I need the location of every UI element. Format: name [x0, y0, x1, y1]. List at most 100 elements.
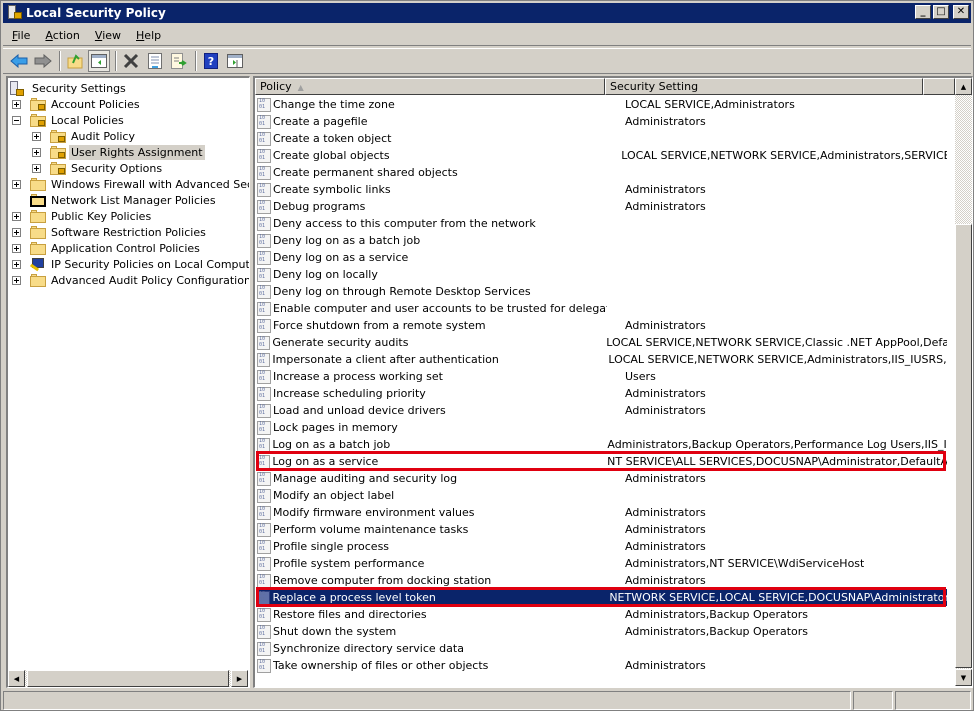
scroll-down-button[interactable]: ▼ [955, 669, 972, 686]
tree-item-network-list-manager-policies[interactable]: Network List Manager Policies [12, 192, 218, 208]
menu-help[interactable]: Help [130, 29, 167, 42]
show-hide-action-pane-button[interactable] [224, 50, 246, 72]
policy-row[interactable]: Create permanent shared objects [257, 164, 947, 181]
help-icon: ? [204, 53, 218, 69]
delete-button[interactable] [120, 50, 142, 72]
menu-view[interactable]: View [89, 29, 127, 42]
policy-security-setting: LOCAL SERVICE,NETWORK SERVICE,Classic .N… [606, 336, 947, 349]
column-header-policy[interactable]: Policy ▲ [255, 78, 605, 95]
policy-row[interactable]: Debug programs Administrators [257, 198, 947, 215]
close-button[interactable]: ✕ [953, 5, 969, 19]
expand-plus-icon[interactable] [12, 211, 21, 221]
policy-row[interactable]: Create a token object [257, 130, 947, 147]
tree-item-windows-firewall-with-advanced-security[interactable]: Windows Firewall with Advanced Security [12, 176, 249, 192]
tree-item-ip-security-policies-on-local-computer[interactable]: IP Security Policies on Local Computer [12, 256, 249, 272]
expand-plus-icon[interactable] [32, 131, 41, 141]
tree-item-audit-policy[interactable]: Audit Policy [32, 128, 137, 144]
scroll-left-button[interactable]: ◀ [8, 670, 25, 687]
policy-name: Deny log on through Remote Desktop Servi… [273, 285, 531, 298]
policy-row[interactable]: Deny log on through Remote Desktop Servi… [257, 283, 947, 300]
expand-plus-icon[interactable] [12, 243, 21, 253]
tree-root-security-settings[interactable]: Security Settings [10, 80, 128, 96]
policy-row[interactable]: Load and unload device drivers Administra… [257, 402, 947, 419]
tree-hscroll-thumb[interactable] [27, 670, 229, 687]
tree-item-software-restriction-policies[interactable]: Software Restriction Policies [12, 224, 208, 240]
menu-file[interactable]: File [6, 29, 36, 42]
title-bar[interactable]: Local Security Policy _ □ ✕ [3, 3, 971, 23]
policy-row[interactable]: Remove computer from docking station Admi… [257, 572, 947, 589]
policy-row[interactable]: Modify an object label [257, 487, 947, 504]
policy-security-setting: Administrators [625, 523, 706, 536]
tree-item-label: Windows Firewall with Advanced Security [51, 177, 249, 191]
list-vertical-scrollbar[interactable]: ▲ ▼ [955, 78, 972, 686]
tree-item-local-policies[interactable]: Local Policies [12, 112, 126, 128]
expand-plus-icon[interactable] [12, 227, 21, 237]
policy-security-setting: Administrators [625, 506, 706, 519]
list-header: Policy ▲ Security Setting [255, 78, 955, 95]
policy-row[interactable]: Generate security audits LOCAL SERVICE,NE… [257, 334, 947, 351]
tree-item-label: Network List Manager Policies [51, 193, 216, 207]
policy-row[interactable]: Shut down the system Administrators,Backu… [257, 623, 947, 640]
policy-row[interactable]: Restore files and directories Administrat… [257, 606, 947, 623]
policy-row[interactable]: Change the time zone LOCAL SERVICE,Admini… [257, 96, 947, 113]
policy-row[interactable]: Impersonate a client after authenticatio… [257, 351, 947, 368]
tree-item-label: Audit Policy [71, 129, 135, 143]
policy-row[interactable]: Deny log on as a batch job [257, 232, 947, 249]
policy-row[interactable]: Create a pagefile Administrators [257, 113, 947, 130]
policy-row[interactable]: Take ownership of files or other objects… [257, 657, 947, 674]
tree-item-advanced-audit-policy-configuration[interactable]: Advanced Audit Policy Configuration [12, 272, 249, 288]
back-button[interactable] [8, 50, 30, 72]
expand-plus-icon[interactable] [12, 259, 21, 269]
forward-button[interactable] [32, 50, 54, 72]
show-hide-console-tree-button[interactable] [88, 50, 110, 72]
scroll-right-button[interactable]: ▶ [231, 670, 248, 687]
export-list-button[interactable] [168, 50, 190, 72]
policy-row[interactable]: Replace a process level token NETWORK SER… [257, 589, 947, 606]
policy-row[interactable]: Profile system performance Administrators… [257, 555, 947, 572]
policy-row[interactable]: Create symbolic links Administrators [257, 181, 947, 198]
scroll-up-button[interactable]: ▲ [955, 78, 972, 95]
export-list-icon [171, 53, 187, 69]
policy-row[interactable]: Deny log on locally [257, 266, 947, 283]
menu-action[interactable]: Action [39, 29, 85, 42]
policy-binary-icon [257, 624, 271, 639]
policy-row[interactable]: Profile single process Administrators [257, 538, 947, 555]
policy-row[interactable]: Perform volume maintenance tasks Administ… [257, 521, 947, 538]
column-header-security-setting[interactable]: Security Setting [605, 78, 923, 95]
policy-row[interactable]: Force shutdown from a remote system Admin… [257, 317, 947, 334]
policy-row[interactable]: Create global objects LOCAL SERVICE,NETWO… [257, 147, 947, 164]
tree-horizontal-scrollbar[interactable]: ◀ ▶ [8, 670, 248, 687]
expand-plus-icon[interactable] [32, 163, 41, 173]
properties-button[interactable] [144, 50, 166, 72]
policy-row[interactable]: Lock pages in memory [257, 419, 947, 436]
policy-row[interactable]: Synchronize directory service data [257, 640, 947, 657]
tree-item-user-rights-assignment[interactable]: User Rights Assignment [32, 144, 205, 160]
policy-row[interactable]: Log on as a batch job Administrators,Back… [257, 436, 947, 453]
policy-name: Perform volume maintenance tasks [273, 523, 469, 536]
expand-plus-icon[interactable] [32, 147, 41, 157]
expand-plus-icon[interactable] [12, 275, 21, 285]
up-one-level-button[interactable] [64, 50, 86, 72]
tree-item-application-control-policies[interactable]: Application Control Policies [12, 240, 202, 256]
tree-item-public-key-policies[interactable]: Public Key Policies [12, 208, 153, 224]
list-vscroll-thumb[interactable] [955, 224, 972, 668]
policy-row[interactable]: Modify firmware environment values Admini… [257, 504, 947, 521]
policy-row[interactable]: Log on as a service NT SERVICE\ALL SERVIC… [257, 453, 947, 470]
expand-plus-icon[interactable] [12, 99, 21, 109]
policy-row[interactable]: Increase a process working set Users [257, 368, 947, 385]
collapse-minus-icon[interactable] [12, 115, 21, 125]
help-button[interactable]: ? [200, 50, 222, 72]
policy-row[interactable]: Deny access to this computer from the ne… [257, 215, 947, 232]
policy-row[interactable]: Increase scheduling priority Administrato… [257, 385, 947, 402]
policy-row[interactable]: Deny log on as a service [257, 249, 947, 266]
expand-plus-icon[interactable] [12, 179, 21, 189]
policy-row[interactable]: Enable computer and user accounts to be … [257, 300, 947, 317]
minimize-button[interactable]: _ [915, 5, 931, 19]
policy-security-setting: Administrators,Backup Operators [625, 625, 808, 638]
tree-item-account-policies[interactable]: Account Policies [12, 96, 142, 112]
window-title: Local Security Policy [26, 6, 166, 20]
column-header-security-setting-label: Security Setting [610, 80, 699, 93]
policy-row[interactable]: Manage auditing and security log Administ… [257, 470, 947, 487]
maximize-button[interactable]: □ [933, 5, 949, 19]
tree-item-security-options[interactable]: Security Options [32, 160, 164, 176]
